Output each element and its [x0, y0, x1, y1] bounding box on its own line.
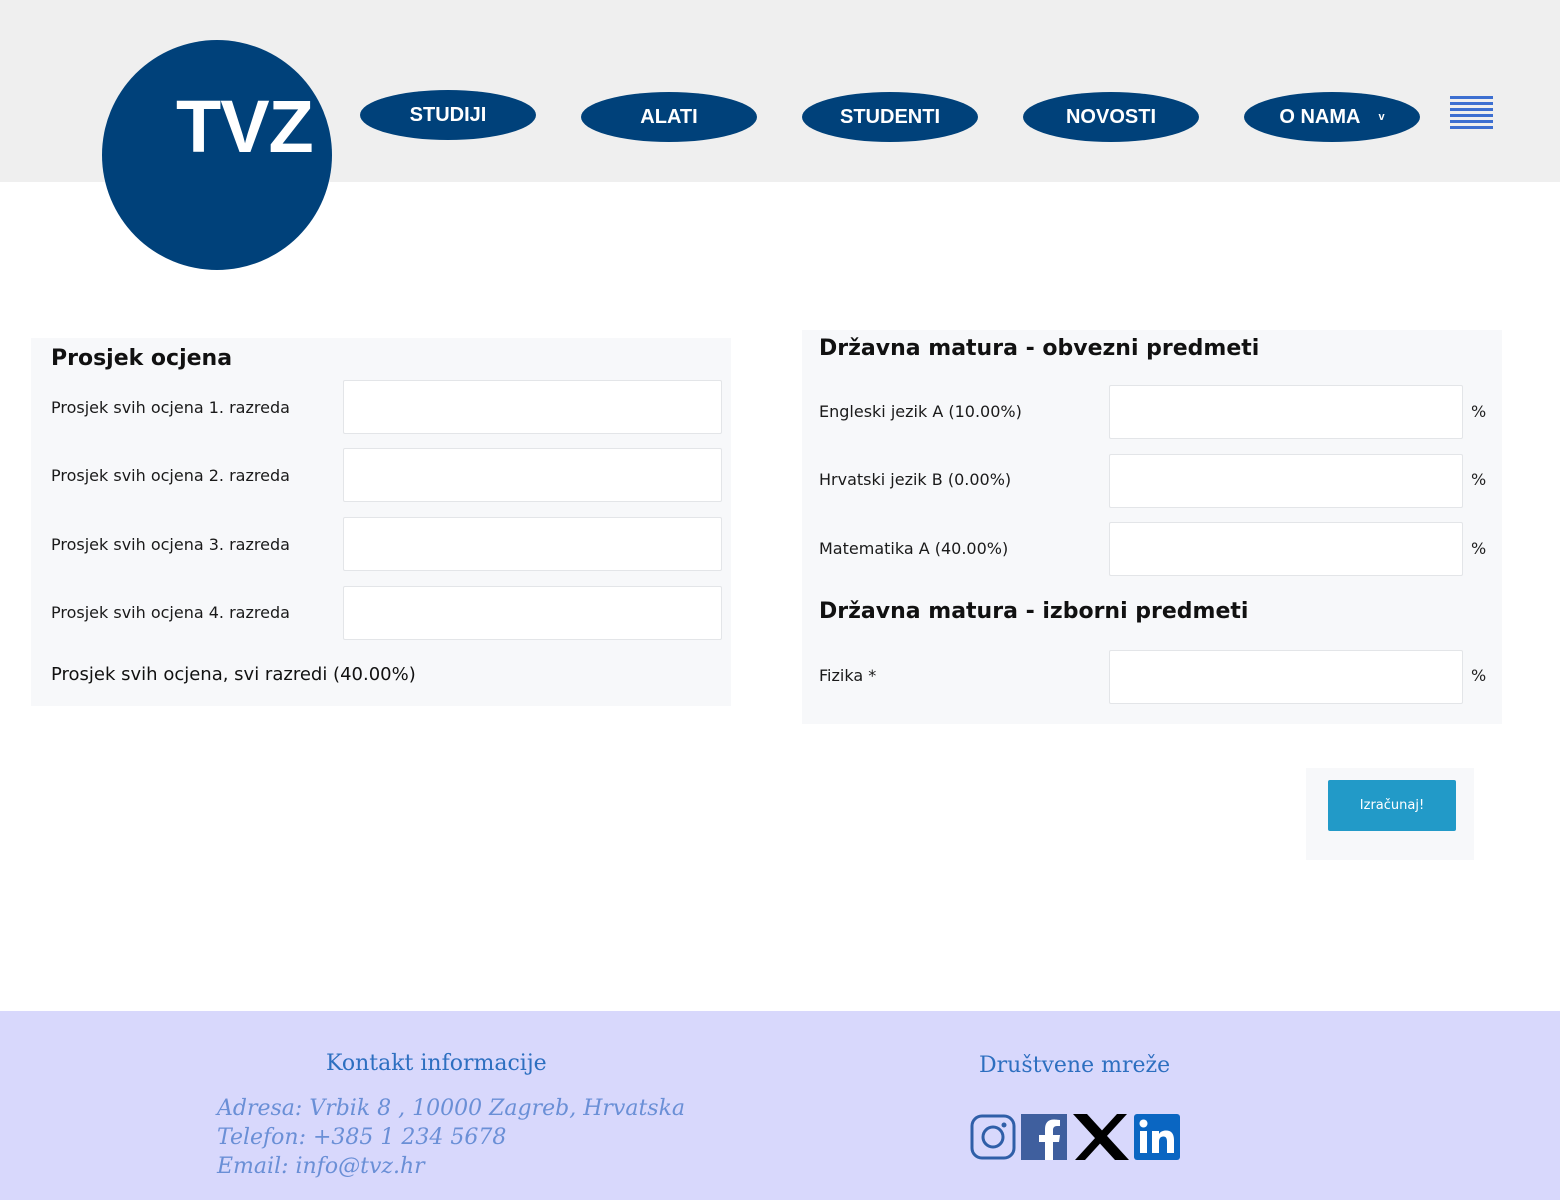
nav-label: O NAMA [1279, 105, 1361, 128]
nav-studiji[interactable]: STUDIJI [360, 90, 536, 140]
grade-3-input[interactable] [343, 517, 722, 571]
nav-novosti[interactable]: NOVOSTI [1023, 92, 1199, 142]
math-label: Matematika A (40.00%) [819, 539, 1009, 558]
contact-phone: Telefon: +385 1 234 5678 [217, 1125, 507, 1150]
english-input[interactable] [1109, 385, 1463, 439]
nav-label: STUDIJI [409, 103, 487, 126]
nav-o-nama[interactable]: O NAMA v [1244, 92, 1420, 142]
grade-average-panel: Prosjek ocjena Prosjek svih ocjena 1. ra… [31, 338, 731, 706]
contact-heading: Kontakt informacije [326, 1051, 547, 1076]
hamburger-menu-icon[interactable] [1450, 96, 1493, 134]
nav-label: NOVOSTI [1065, 105, 1156, 128]
english-label: Engleski jezik A (10.00%) [819, 402, 1022, 421]
state-matura-panel: Državna matura - obvezni predmeti Engles… [802, 330, 1502, 724]
grade-1-label: Prosjek svih ocjena 1. razreda [51, 398, 290, 417]
site-footer: Kontakt informacije Adresa: Vrbik 8 , 10… [0, 1011, 1560, 1200]
percent-unit: % [1471, 666, 1487, 685]
grade-2-label: Prosjek svih ocjena 2. razreda [51, 466, 290, 485]
percent-unit: % [1471, 470, 1487, 489]
nav-label: ALATI [640, 105, 698, 128]
grade-4-input[interactable] [343, 586, 722, 640]
nav-studenti[interactable]: STUDENTI [802, 92, 978, 142]
linkedin-icon[interactable] [1134, 1114, 1180, 1160]
panel-title: Prosjek ocjena [51, 346, 233, 371]
instagram-icon[interactable] [970, 1114, 1016, 1160]
nav-alati[interactable]: ALATI [581, 92, 757, 142]
chevron-down-icon: v [1378, 111, 1385, 123]
logo-text: TVZ [176, 85, 314, 168]
elective-title: Državna matura - izborni predmeti [819, 599, 1249, 624]
average-summary: Prosjek svih ocjena, svi razredi (40.00%… [51, 664, 416, 685]
social-heading: Društvene mreže [979, 1053, 1171, 1078]
contact-email[interactable]: Email: info@tvz.hr [217, 1154, 425, 1179]
math-input[interactable] [1109, 522, 1463, 576]
percent-unit: % [1471, 539, 1487, 558]
calculate-button-container: Izračunaj! [1306, 768, 1474, 860]
mandatory-title: Državna matura - obvezni predmeti [819, 336, 1260, 361]
tvz-logo[interactable]: TVZ [102, 40, 332, 270]
croatian-label: Hrvatski jezik B (0.00%) [819, 470, 1012, 489]
physics-input[interactable] [1109, 650, 1463, 704]
contact-address: Adresa: Vrbik 8 , 10000 Zagreb, Hrvatska [217, 1096, 686, 1121]
grade-4-label: Prosjek svih ocjena 4. razreda [51, 603, 290, 622]
facebook-icon[interactable] [1021, 1114, 1067, 1160]
percent-unit: % [1471, 402, 1487, 421]
physics-label: Fizika * [819, 666, 877, 685]
nav-label: STUDENTI [840, 105, 940, 128]
grade-2-input[interactable] [343, 448, 722, 502]
calculate-button[interactable]: Izračunaj! [1328, 780, 1456, 831]
grade-1-input[interactable] [343, 380, 722, 434]
x-icon[interactable] [1073, 1114, 1129, 1160]
croatian-input[interactable] [1109, 454, 1463, 508]
grade-3-label: Prosjek svih ocjena 3. razreda [51, 535, 290, 554]
